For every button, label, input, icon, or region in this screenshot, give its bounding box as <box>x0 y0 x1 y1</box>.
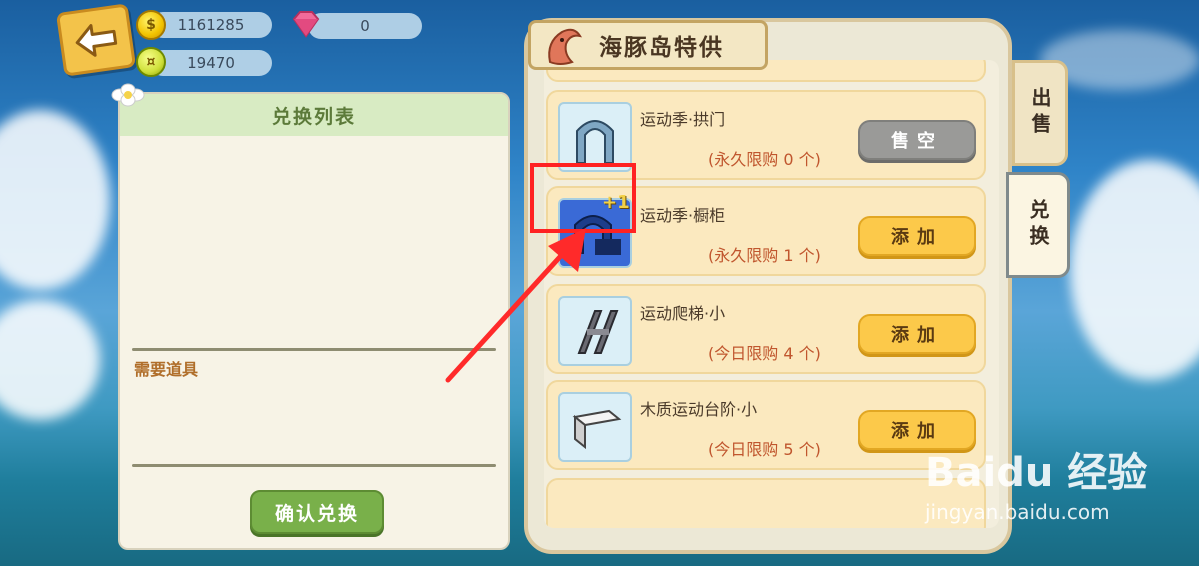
exchange-list-title: 兑换列表 <box>120 94 508 136</box>
gem-value: 0 <box>360 17 370 35</box>
background-cloud <box>0 110 110 290</box>
item-name: 木质运动台阶·小 <box>640 400 758 419</box>
gold-coin-value: 1161285 <box>177 16 245 34</box>
list-item-partial <box>546 478 986 528</box>
green-coin-counter: 19470 <box>150 50 272 76</box>
plus-one-label: +1 <box>602 192 630 213</box>
ladder-item-icon <box>558 296 632 366</box>
list-item: 木质运动台阶·小 (今日限购 5 个) 添加 <box>546 380 986 470</box>
list-item: 运动爬梯·小 (今日限购 4 个) 添加 <box>546 284 986 374</box>
watermark: Baidu 经验 jingyan.baidu.com <box>925 440 1147 524</box>
item-name: 运动季·橱柜 <box>640 206 726 225</box>
gold-coin-counter: 1161285 <box>150 12 272 38</box>
item-limit: (永久限购 1 个) <box>708 246 821 265</box>
tab-sell[interactable]: 出售 <box>1012 60 1068 166</box>
divider <box>132 464 496 467</box>
sold-out-button[interactable]: 售空 <box>858 120 976 160</box>
needed-items-label: 需要道具 <box>134 360 199 379</box>
watermark-main: Baidu 经验 <box>925 450 1148 496</box>
item-name: 运动爬梯·小 <box>640 304 726 323</box>
back-button[interactable] <box>55 3 137 77</box>
gold-coin-icon: $ <box>136 10 166 40</box>
wooden-step-item-icon <box>558 392 632 462</box>
background-cloud <box>0 300 100 420</box>
flower-icon <box>111 83 145 107</box>
item-limit: (今日限购 4 个) <box>708 344 821 363</box>
tab-sell-label: 出售 <box>1028 87 1052 139</box>
add-button[interactable]: 添加 <box>858 314 976 354</box>
watermark-sub: jingyan.baidu.com <box>925 500 1110 524</box>
gem-counter: 0 <box>308 13 422 39</box>
arch-item-icon <box>558 102 632 172</box>
exchange-list-panel: 兑换列表 需要道具 确认兑换 <box>118 92 510 550</box>
gem-icon <box>292 11 320 38</box>
background-cloud <box>1070 160 1199 380</box>
green-coin-value: 19470 <box>187 54 235 72</box>
tab-exchange-label: 兑换 <box>1026 199 1050 251</box>
confirm-exchange-button[interactable]: 确认兑换 <box>250 490 384 534</box>
item-name: 运动季·拱门 <box>640 110 726 129</box>
add-button[interactable]: 添加 <box>858 216 976 256</box>
item-limit: (永久限购 0 个) <box>708 150 821 169</box>
back-arrow-icon <box>75 24 118 57</box>
green-coin-icon: ¤ <box>136 47 166 77</box>
dolphin-icon <box>548 28 583 65</box>
divider <box>132 348 496 351</box>
tab-exchange[interactable]: 兑换 <box>1006 172 1070 278</box>
item-limit: (今日限购 5 个) <box>708 440 821 459</box>
